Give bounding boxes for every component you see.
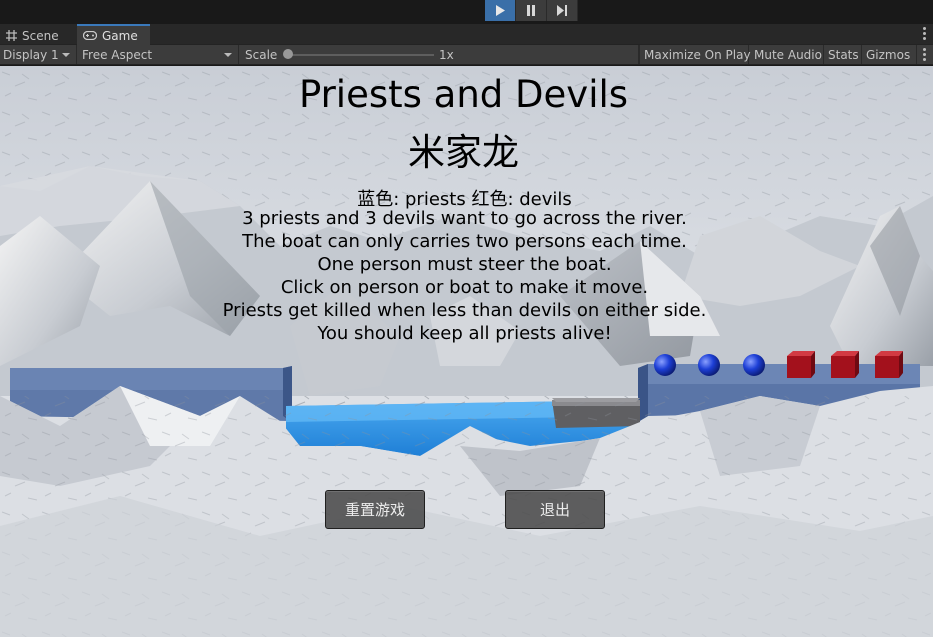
mute-audio-toggle[interactable]: Mute Audio	[749, 45, 824, 64]
play-controls	[485, 0, 578, 21]
maximize-on-play-toggle[interactable]: Maximize On Play	[639, 45, 751, 64]
gamepad-icon	[83, 31, 97, 40]
rules-line: The boat can only carries two persons ea…	[242, 231, 687, 252]
game-view-toolbar: Display 1 Free Aspect Scale 1x Maximize …	[0, 45, 933, 65]
step-button[interactable]	[547, 0, 578, 21]
tab-game[interactable]: Game	[77, 24, 150, 45]
scale-slider-thumb[interactable]	[283, 49, 293, 59]
stats-toggle[interactable]: Stats	[824, 45, 862, 64]
tab-game-label: Game	[102, 28, 138, 43]
tab-scene-label: Scene	[22, 28, 59, 43]
rules-line: Priests get killed when less than devils…	[222, 300, 707, 321]
gizmos-menu-button[interactable]	[917, 45, 933, 64]
play-icon	[496, 5, 505, 16]
reset-game-button[interactable]: 重置游戏	[325, 490, 425, 529]
more-options-icon	[923, 48, 926, 61]
chevron-down-icon	[62, 53, 70, 57]
scale-label: Scale	[245, 47, 278, 62]
view-tab-bar: Scene Game	[0, 24, 933, 45]
priest-sphere[interactable]	[743, 354, 765, 376]
game-title: Priests and Devils	[298, 73, 629, 116]
devil-cube[interactable]	[787, 351, 815, 378]
scale-value-label: 1x	[439, 47, 454, 62]
step-icon	[557, 5, 567, 16]
rules-line: One person must steer the boat.	[317, 254, 612, 275]
aspect-dropdown-label: Free Aspect	[82, 47, 153, 62]
pause-button[interactable]	[516, 0, 547, 21]
display-dropdown-label: Display 1	[3, 47, 59, 62]
author-name: 米家龙	[408, 131, 519, 174]
maximize-on-play-label: Maximize On Play	[644, 47, 751, 62]
quit-button[interactable]: 退出	[505, 490, 605, 529]
play-button[interactable]	[485, 0, 516, 21]
stats-label: Stats	[828, 47, 859, 62]
scale-value: 1x	[435, 45, 475, 64]
priest-sphere[interactable]	[654, 354, 676, 376]
rules-line: 3 priests and 3 devils want to go across…	[242, 208, 687, 229]
devil-cube[interactable]	[875, 351, 903, 378]
chevron-down-icon	[224, 53, 232, 57]
rules-line: You should keep all priests alive!	[317, 323, 612, 344]
rules-line: Click on person or boat to make it move.	[280, 277, 649, 298]
unity-editor-window: Scene Game Display 1 Free Aspect Scale 1	[0, 0, 933, 637]
scale-slider-track[interactable]	[287, 54, 434, 56]
aspect-dropdown[interactable]: Free Aspect	[77, 45, 239, 64]
gizmos-label: Gizmos	[866, 47, 911, 62]
pause-icon	[527, 5, 535, 16]
priest-sphere[interactable]	[698, 354, 720, 376]
tab-scene[interactable]: Scene	[0, 26, 74, 45]
devil-cube[interactable]	[831, 351, 859, 378]
gizmos-toggle[interactable]: Gizmos	[862, 45, 917, 64]
game-viewport[interactable]: Priests and Devils 米家龙 蓝色: priests 红色: d…	[0, 66, 933, 637]
grid-icon	[6, 30, 17, 41]
mute-audio-label: Mute Audio	[754, 47, 822, 62]
display-dropdown[interactable]: Display 1	[0, 45, 77, 64]
play-toolbar	[0, 0, 933, 24]
more-options-icon[interactable]	[923, 27, 927, 42]
